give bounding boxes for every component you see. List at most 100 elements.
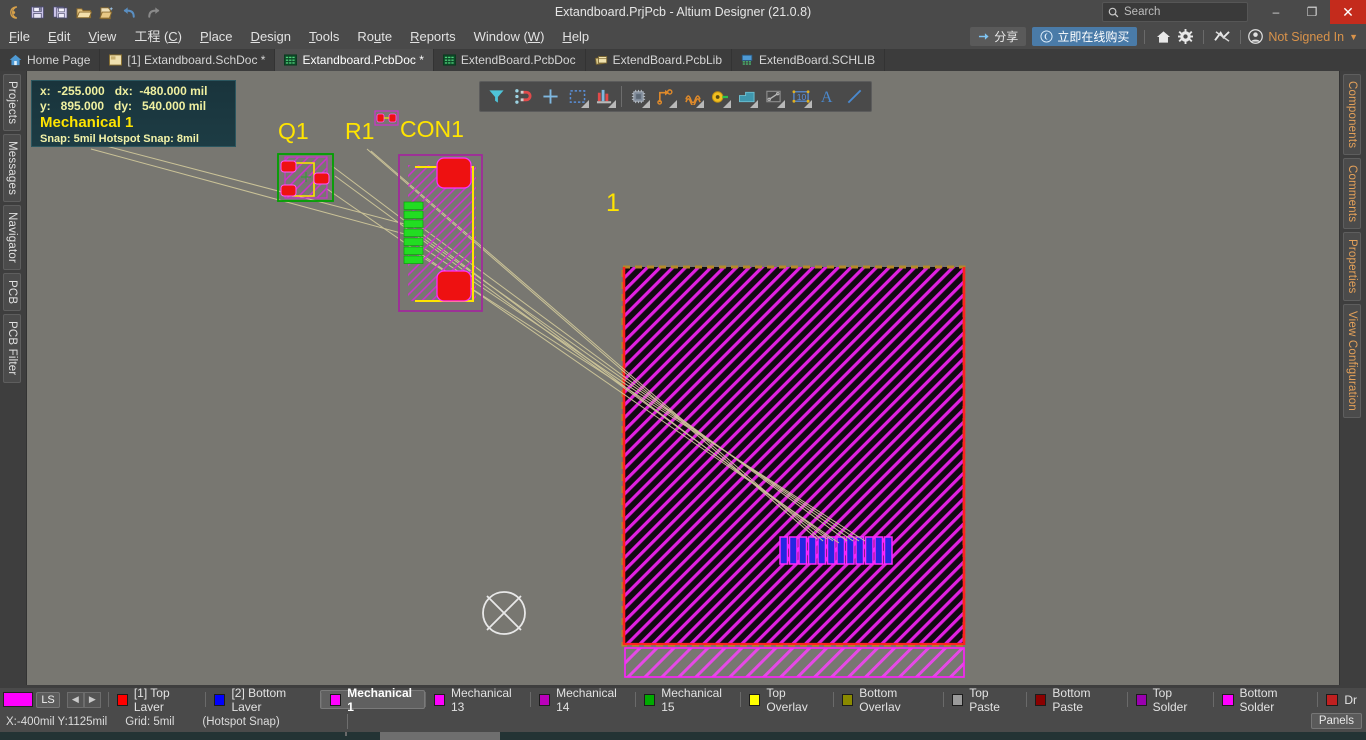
board-outline-region <box>621 265 966 647</box>
layer-tab-mechanical-1[interactable]: Mechanical 1 <box>320 688 425 711</box>
search-input[interactable]: Search <box>1102 2 1248 22</box>
active-bar-toolbar: 10 A <box>479 81 872 112</box>
layer-tab-bottom-overlay[interactable]: Bottom Overlay <box>833 688 943 711</box>
sidebar-item-pcb[interactable]: PCB <box>3 273 21 312</box>
menu-file[interactable]: File <box>0 26 39 48</box>
sidebar-item-properties[interactable]: Properties <box>1343 232 1361 301</box>
layer-tab-top-paste[interactable]: Top Paste <box>943 688 1026 711</box>
share-icon <box>979 33 989 40</box>
menu-place[interactable]: Place <box>191 26 242 48</box>
route-track-icon[interactable] <box>652 83 679 110</box>
menu-route[interactable]: Route <box>348 26 401 48</box>
chevron-right-icon[interactable]: ▶ <box>83 691 101 708</box>
crosshair-icon[interactable] <box>537 83 564 110</box>
save-all-icon[interactable] <box>50 2 71 22</box>
tab-label: ExtendBoard.SCHLIB <box>759 53 876 67</box>
minimize-button[interactable]: – <box>1258 0 1294 24</box>
sidebar-item-pcb-filter[interactable]: PCB Filter <box>3 314 21 383</box>
layer-label: Bottom Solder <box>1239 688 1278 711</box>
bottom-hatched-region <box>624 647 965 678</box>
layer-tab-mechanical-15[interactable]: Mechanical 15 <box>635 688 740 711</box>
layer-color-swatch <box>952 693 964 706</box>
layer-tab-bottom-solder[interactable]: Bottom Solder <box>1213 688 1317 711</box>
layer-tab-bottom-layer[interactable]: [2] Bottom Layer <box>205 688 320 711</box>
menu-help[interactable]: Help <box>553 26 598 48</box>
menu-view[interactable]: View <box>79 26 125 48</box>
layer-color-swatch <box>539 693 551 706</box>
layer-color-swatch <box>1035 693 1047 706</box>
share-label: 分享 <box>994 30 1019 44</box>
menu-window[interactable]: Window (W) <box>465 26 554 48</box>
gear-icon[interactable] <box>1174 27 1196 46</box>
pad-icon[interactable] <box>706 83 733 110</box>
search-placeholder: Search <box>1124 6 1161 18</box>
tab-extendboard-pcblib[interactable]: ExtendBoard.PcbLib <box>586 49 733 71</box>
menu-reports[interactable]: Reports <box>401 26 465 48</box>
line-draw-icon[interactable] <box>760 83 787 110</box>
save-icon[interactable] <box>27 2 48 22</box>
open-project-icon[interactable] <box>96 2 117 22</box>
layer-tab-top-overlay[interactable]: Top Overlay <box>740 688 833 711</box>
extensions-icon[interactable] <box>1211 27 1233 46</box>
layer-stack-icon[interactable] <box>591 83 618 110</box>
sidebar-item-projects[interactable]: Projects <box>3 74 21 132</box>
filter-icon[interactable] <box>483 83 510 110</box>
layer-color-swatch <box>1135 693 1147 706</box>
tab-extandboard-pcbdoc[interactable]: Extandboard.PcbDoc * <box>275 49 434 71</box>
sidebar-item-view-configuration[interactable]: View Configuration <box>1343 303 1361 418</box>
tab-extandboard-schdoc[interactable]: [1] Extandboard.SchDoc * <box>100 49 276 71</box>
menu-edit[interactable]: Edit <box>39 26 79 48</box>
sidebar-item-messages[interactable]: Messages <box>3 134 21 203</box>
layer-tab-top-solder[interactable]: Top Solder <box>1126 688 1214 711</box>
pcb-icon <box>442 54 456 67</box>
menu-design[interactable]: Design <box>242 26 300 48</box>
tab-home-page[interactable]: Home Page <box>0 49 101 71</box>
selection-rect-icon[interactable] <box>564 83 591 110</box>
layer-tab-mechanical-14[interactable]: Mechanical 14 <box>530 688 635 711</box>
sidebar-item-navigator[interactable]: Navigator <box>3 205 21 271</box>
layer-tab-top-layer[interactable]: [1] Top Layer <box>107 688 206 711</box>
menu-tools[interactable]: Tools <box>300 26 348 48</box>
polygon-pour-icon[interactable] <box>733 83 760 110</box>
origin-marker <box>482 591 526 635</box>
horizontal-scrollbar[interactable] <box>0 732 1366 740</box>
panels-button[interactable]: Panels <box>1310 713 1362 729</box>
sidebar-item-components[interactable]: Components <box>1343 74 1361 156</box>
open-icon[interactable] <box>73 2 94 22</box>
active-layer-swatch[interactable] <box>3 692 34 707</box>
menu-project[interactable]: 工程 (C) <box>125 26 191 48</box>
share-button[interactable]: 分享 <box>970 27 1027 46</box>
sidebar-item-comments[interactable]: Comments <box>1343 158 1361 230</box>
differential-pair-icon[interactable] <box>679 83 706 110</box>
undo-icon[interactable] <box>119 2 140 22</box>
layer-tab-drill[interactable]: Dr <box>1317 690 1366 709</box>
left-dock: Projects Messages Navigator PCB PCB Filt… <box>0 71 27 685</box>
home-icon <box>9 54 22 67</box>
tab-label: Home Page <box>27 53 91 67</box>
tab-extendboard-pcbdoc[interactable]: ExtendBoard.PcbDoc <box>434 49 586 71</box>
hud-y-line: y: 895.000 dy: 540.000 mil <box>40 99 207 113</box>
line-icon[interactable] <box>841 83 868 110</box>
account-button[interactable]: Not Signed In ▼ <box>1248 29 1364 44</box>
tab-extendboard-schlib[interactable]: ExtendBoard.SCHLIB <box>732 49 886 71</box>
layer-sets-button[interactable]: LS <box>36 691 60 708</box>
altium-designer-window: Extandboard.PrjPcb - Altium Designer (21… <box>0 0 1366 740</box>
buy-online-button[interactable]: 立即在线购买 <box>1032 27 1138 46</box>
pcb-canvas[interactable]: Q1 R1 CON1 1 x: -255.000 dx: -480.000 mi… <box>27 71 1339 685</box>
component-icon[interactable] <box>625 83 652 110</box>
layer-tab-mechanical-13[interactable]: Mechanical 13 <box>424 688 530 711</box>
buy-label: 立即在线购买 <box>1057 30 1130 44</box>
text-string-icon[interactable]: A <box>814 83 841 110</box>
chevron-left-icon[interactable]: ◀ <box>66 691 84 708</box>
magnet-snap-icon[interactable] <box>510 83 537 110</box>
svg-text:A: A <box>821 89 833 105</box>
close-button[interactable]: ✕ <box>1330 0 1366 24</box>
home-icon[interactable] <box>1152 27 1174 46</box>
status-grid: Grid: 5mil <box>125 715 175 728</box>
altium-logo-icon[interactable] <box>4 2 25 22</box>
layer-tab-bottom-paste[interactable]: Bottom Paste <box>1026 688 1126 711</box>
layer-label: Mechanical 15 <box>661 688 722 711</box>
dimension-icon[interactable]: 10 <box>787 83 814 110</box>
scrollbar-thumb[interactable] <box>380 732 500 740</box>
maximize-button[interactable]: ❐ <box>1294 0 1330 24</box>
